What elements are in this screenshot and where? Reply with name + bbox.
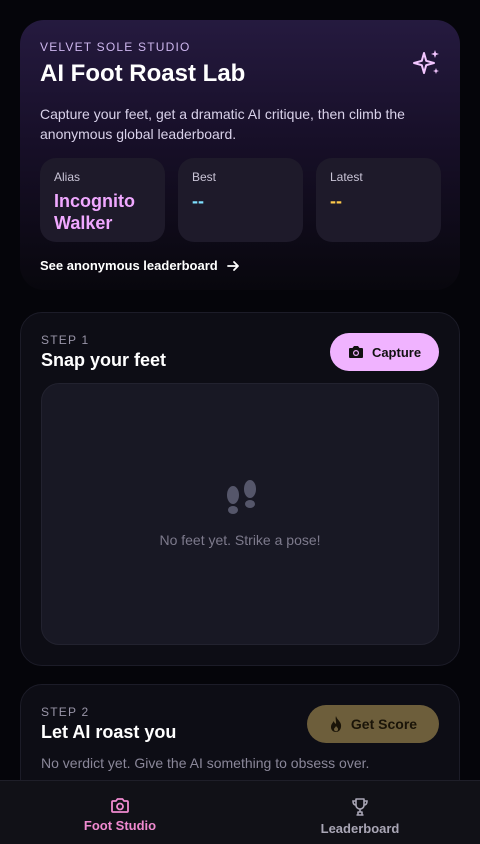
alias-value: Incognito Walker (54, 191, 135, 233)
flame-icon (330, 716, 342, 732)
capture-button-label: Capture (371, 344, 422, 360)
page-title: AI Foot Roast Lab (40, 60, 246, 87)
hero-card: VELVET SOLE STUDIO AI Foot Roast Lab Cap… (20, 20, 460, 290)
photo-preview[interactable]: No feet yet. Strike a pose! (41, 383, 439, 645)
camera-icon (348, 346, 363, 358)
best-stat: Best -- (178, 158, 303, 242)
nav-label-foot-studio: Foot Studio (83, 818, 157, 833)
get-score-button-label: Get Score (350, 716, 418, 732)
empty-state-text: No feet yet. Strike a pose! (159, 532, 321, 548)
step1-card: STEP 1 Snap your feet Capture No feet ye… (20, 312, 460, 666)
app-screen: VELVET SOLE STUDIO AI Foot Roast Lab Cap… (0, 0, 480, 844)
camera-icon (111, 798, 129, 813)
hero-description: Capture your feet, get a dramatic AI cri… (40, 106, 405, 142)
arrow-right-icon (226, 260, 239, 271)
best-label: Best (192, 170, 217, 184)
step2-title: Let AI roast you (41, 722, 177, 742)
capture-button[interactable]: Capture (330, 333, 439, 371)
nav-item-leaderboard[interactable]: Leaderboard (240, 781, 480, 844)
nav-label-leaderboard: Leaderboard (320, 821, 400, 836)
sparkles-icon (413, 50, 439, 74)
leaderboard-link-label: See anonymous leaderboard (40, 258, 218, 273)
step2-label: STEP 2 (41, 705, 90, 719)
step1-title: Snap your feet (41, 350, 167, 370)
trophy-icon (352, 798, 368, 816)
get-score-button[interactable]: Get Score (307, 705, 439, 743)
latest-stat: Latest -- (316, 158, 441, 242)
latest-value: -- (330, 191, 342, 211)
studio-name: VELVET SOLE STUDIO (40, 40, 191, 54)
footprints-icon (227, 480, 256, 514)
alias-stat: Alias Incognito Walker (40, 158, 165, 242)
latest-label: Latest (330, 170, 363, 184)
verdict-text: No verdict yet. Give the AI something to… (41, 755, 370, 771)
stats-row: Alias Incognito Walker Best -- Latest -- (40, 158, 441, 242)
nav-item-foot-studio[interactable]: Foot Studio (0, 781, 240, 844)
bottom-nav: Foot Studio Leaderboard (0, 780, 480, 844)
leaderboard-link[interactable]: See anonymous leaderboard (40, 258, 240, 273)
alias-label: Alias (54, 170, 81, 184)
step1-label: STEP 1 (41, 333, 90, 347)
best-value: -- (192, 191, 204, 211)
